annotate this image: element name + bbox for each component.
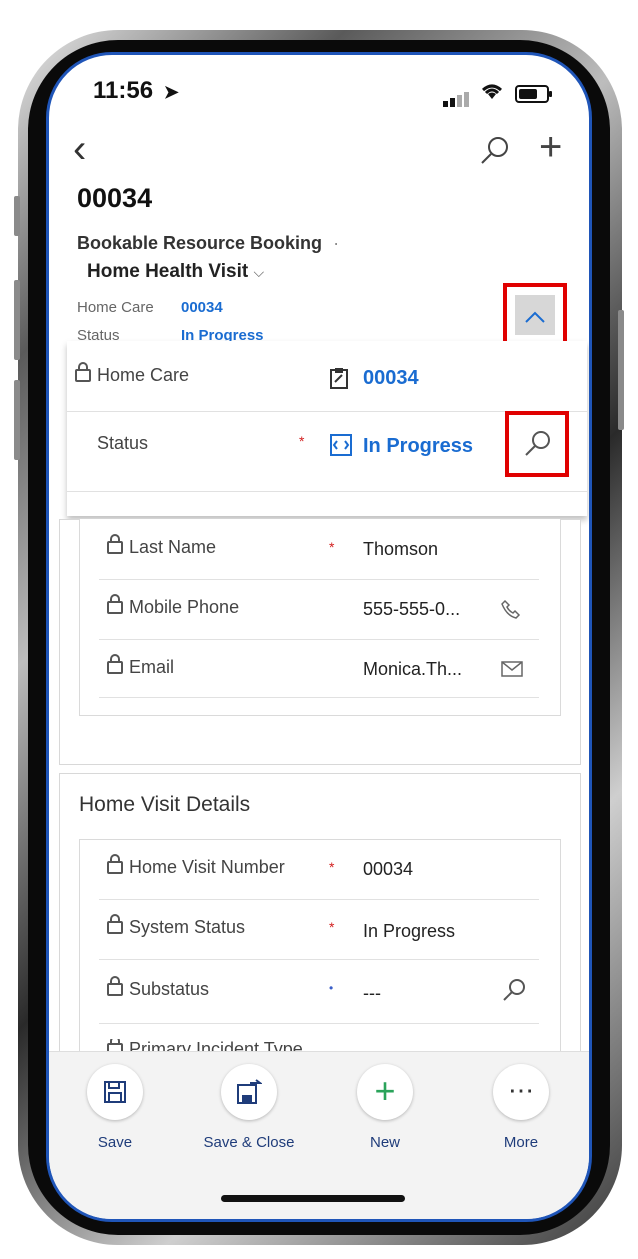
lock-icon [107,914,123,934]
field-value-home-visit-number[interactable]: 00034 [363,859,413,880]
divider [99,697,539,698]
field-value-system-status[interactable]: In Progress [363,921,455,942]
save-and-close-label: Save & Close [203,1134,295,1151]
phone-icon[interactable] [501,599,521,624]
field-value-substatus[interactable]: --- [363,983,381,1004]
status-entity-icon [329,433,353,462]
entity-name: Bookable Resource Booking · [77,233,340,253]
header-field-status: Status [77,327,120,341]
header-collapse-button[interactable] [503,283,567,347]
search-icon[interactable] [479,135,511,172]
lock-icon [107,534,123,554]
lock-icon [107,594,123,614]
save-and-close-button[interactable] [221,1064,277,1120]
volume-up-button [14,280,20,360]
field-label-last-name: Last Name [107,534,216,558]
required-indicator: * [299,433,305,449]
field-value-mobile-phone[interactable]: 555-555-0... [363,599,460,620]
save-button[interactable] [87,1064,143,1120]
more-icon: ⋯ [508,1075,534,1105]
save-and-close-icon [237,1079,263,1104]
header-flyout: Home Care 00034 Status * In Progress [67,341,587,516]
required-indicator: * [329,919,335,935]
divider [67,491,587,492]
home-indicator[interactable] [221,1195,405,1202]
chevron-down-icon: ⌵ [253,264,265,280]
search-icon [525,431,550,456]
wifi-icon [479,81,505,107]
search-icon[interactable] [501,977,527,1008]
header-field-status-value[interactable]: In Progress [181,327,264,341]
battery-icon [515,85,552,103]
signal-icon [443,89,471,107]
lock-icon [107,854,123,874]
header-field-home-care-value[interactable]: 00034 [181,299,223,317]
header-field-home-care: Home Care [77,299,154,316]
field-label-system-status: System Status [107,914,245,938]
lock-icon [107,654,123,674]
lock-icon [107,1039,123,1051]
lock-icon [75,362,91,382]
recommended-indicator: • [329,981,334,995]
chevron-up-icon [515,295,555,335]
divider [99,1023,539,1024]
status-bar-time: 11:56 ➤ [93,77,179,104]
record-title: 00034 [77,183,153,213]
flyout-home-care-link[interactable]: 00034 [363,367,419,390]
field-label-substatus: Substatus [107,976,209,1000]
flyout-status-label: Status [97,433,149,453]
more-button[interactable]: ⋯ [493,1064,549,1120]
volume-down-button [14,380,20,460]
lock-icon [107,976,123,996]
save-button-label: Save [97,1134,133,1151]
required-indicator: * [329,859,335,875]
field-label-mobile-phone: Mobile Phone [107,594,239,618]
required-indicator: * [329,539,335,555]
field-value-last-name[interactable]: Thomson [363,539,438,560]
power-button [618,310,624,430]
field-label-primary-incident-type: Primary Incident Type [107,1039,303,1051]
new-button-label: New [369,1134,400,1151]
phone-screen: 11:56 ➤ ‹ + 00034 Bookable Resource Book… [46,52,592,1222]
mute-switch [14,196,20,236]
form-selector[interactable]: Home Health Visit ⌵ [87,261,264,283]
back-icon[interactable]: ‹ [73,127,86,172]
field-label-home-visit-number: Home Visit Number [107,854,285,878]
location-icon: ➤ [163,82,179,102]
new-button[interactable]: + [357,1064,413,1120]
field-value-email[interactable]: Monica.Th... [363,659,462,680]
more-button-label: More [503,1134,539,1151]
divider [99,579,539,580]
flyout-home-care-label: Home Care [75,362,189,386]
status-lookup-button[interactable] [505,411,569,477]
email-icon[interactable] [501,661,523,682]
field-label-email: Email [107,654,174,678]
divider [99,959,539,960]
section-title: Home Visit Details [79,793,251,816]
save-icon [104,1081,126,1103]
clipboard-icon [329,367,349,394]
divider [99,899,539,900]
divider [99,639,539,640]
plus-icon: + [374,1070,396,1111]
add-icon[interactable]: + [539,127,562,167]
flyout-status-link[interactable]: In Progress [363,435,473,458]
